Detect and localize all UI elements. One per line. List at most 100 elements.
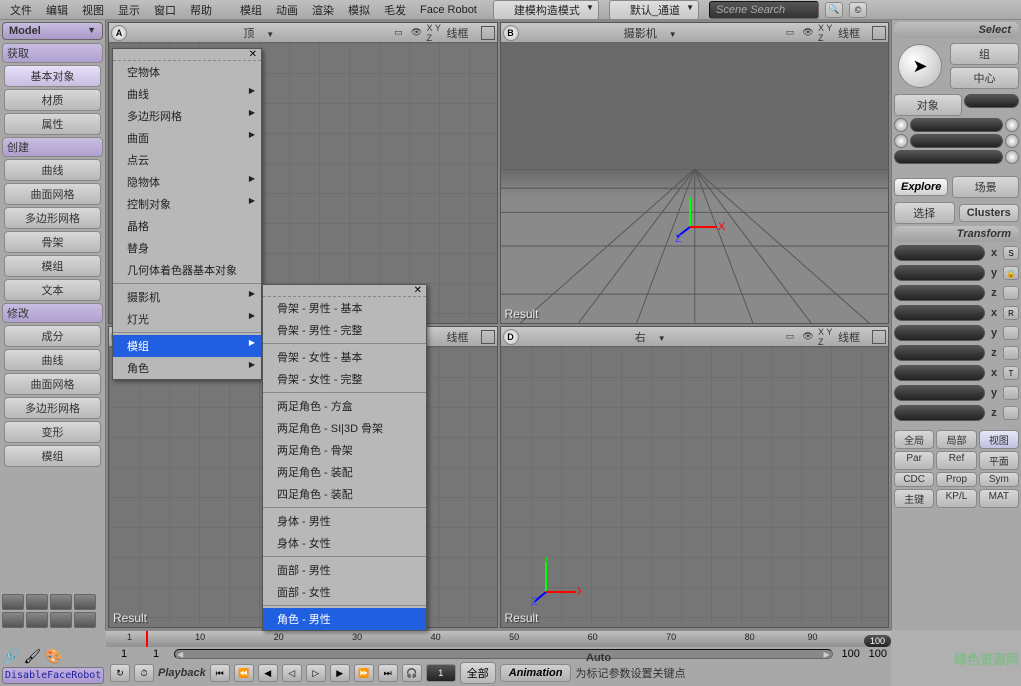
- mi-implicit[interactable]: 隐物体: [113, 171, 261, 193]
- eye-icon[interactable]: 👁: [409, 26, 425, 40]
- mi-biped-skel[interactable]: 两足角色 - 骨架: [263, 439, 426, 461]
- scene-search-input[interactable]: Scene Search: [709, 1, 819, 19]
- range-all-button[interactable]: 全部: [460, 662, 496, 684]
- current-frame-marker[interactable]: [146, 631, 148, 647]
- mi-skel-m-basic[interactable]: 骨架 - 男性 - 基本: [263, 297, 426, 319]
- group-button[interactable]: 组: [950, 43, 1019, 65]
- auto-label[interactable]: Auto: [586, 652, 611, 664]
- scene-button[interactable]: 场景: [952, 176, 1019, 198]
- maximize-icon[interactable]: [481, 330, 495, 344]
- start-frame[interactable]: 1: [110, 648, 138, 660]
- vp-title-top[interactable]: 顶: [131, 25, 387, 41]
- rotate-btn[interactable]: R: [1003, 306, 1019, 320]
- range-scrollbar[interactable]: [174, 649, 833, 659]
- btn-surf2[interactable]: 曲面网格: [4, 373, 101, 395]
- audio-icon[interactable]: 🎧: [402, 664, 422, 682]
- palette-icon[interactable]: 🎨: [45, 648, 62, 665]
- rot-x-field[interactable]: [894, 305, 985, 321]
- mi-pointcloud[interactable]: 点云: [113, 149, 261, 171]
- btn-model[interactable]: 模组: [4, 255, 101, 277]
- kpl-button[interactable]: KP/L: [936, 489, 976, 508]
- current-frame-field[interactable]: 1: [426, 664, 456, 682]
- play-icon[interactable]: ▷: [306, 664, 326, 682]
- menu-file[interactable]: 文件: [4, 0, 38, 20]
- prop-button[interactable]: Prop: [936, 472, 976, 487]
- mi-biped-rig[interactable]: 两足角色 - 装配: [263, 461, 426, 483]
- mi-camera[interactable]: 摄影机: [113, 286, 261, 308]
- mi-skel-m-full[interactable]: 骨架 - 男性 - 完整: [263, 319, 426, 341]
- object-button[interactable]: 对象: [894, 94, 962, 116]
- explore-button[interactable]: Explore: [894, 178, 948, 196]
- mi-character[interactable]: 角色: [113, 357, 261, 379]
- key-button[interactable]: 主键: [894, 489, 934, 508]
- eye-icon[interactable]: 👁: [800, 330, 816, 344]
- btn-surf-mesh[interactable]: 曲面网格: [4, 183, 101, 205]
- next-key-icon[interactable]: ⏩: [354, 664, 374, 682]
- camera-icon[interactable]: ▭: [782, 330, 798, 344]
- mi-biped-box[interactable]: 两足角色 - 方盒: [263, 395, 426, 417]
- scale-z-field[interactable]: [894, 285, 985, 301]
- btn-text[interactable]: 文本: [4, 279, 101, 301]
- command-line[interactable]: DisableFaceRobot: [2, 667, 104, 684]
- prev-frame-icon[interactable]: ◀: [258, 664, 278, 682]
- knob-icon[interactable]: [894, 134, 908, 148]
- menu-help[interactable]: 帮助: [184, 0, 218, 20]
- menu-hair[interactable]: 毛发: [378, 0, 412, 20]
- mi-polymesh[interactable]: 多边形网格: [113, 105, 261, 127]
- knob-icon[interactable]: [1005, 150, 1019, 164]
- btn-deform[interactable]: 变形: [4, 421, 101, 443]
- mi-curve[interactable]: 曲线: [113, 83, 261, 105]
- knob-icon[interactable]: [1005, 118, 1019, 132]
- knob-icon[interactable]: [1005, 134, 1019, 148]
- display-mode[interactable]: 线框: [447, 329, 473, 345]
- camera-icon[interactable]: ▭: [391, 26, 407, 40]
- layout-tile[interactable]: [2, 594, 24, 610]
- vp-title-right[interactable]: 右: [523, 329, 779, 345]
- layout-tile[interactable]: [50, 612, 72, 628]
- mi-biped-si3d[interactable]: 两足角色 - SI|3D 骨架: [263, 417, 426, 439]
- mi-body-m[interactable]: 身体 - 男性: [263, 510, 426, 532]
- btn-skeleton[interactable]: 骨架: [4, 231, 101, 253]
- play-back-icon[interactable]: ◁: [282, 664, 302, 682]
- goto-start-icon[interactable]: ⏮: [210, 664, 230, 682]
- prev-key-icon[interactable]: ⏪: [234, 664, 254, 682]
- vp-badge-d[interactable]: D: [503, 329, 519, 345]
- menu-edit[interactable]: 编辑: [40, 0, 74, 20]
- mi-character-m[interactable]: 角色 - 男性: [263, 608, 426, 630]
- btn-model2[interactable]: 模组: [4, 445, 101, 467]
- next-frame-icon[interactable]: ▶: [330, 664, 350, 682]
- btn-poly2[interactable]: 多边形网格: [4, 397, 101, 419]
- goto-end-icon[interactable]: ⏭: [378, 664, 398, 682]
- btn-primitive[interactable]: 基本对象: [4, 65, 101, 87]
- filter-pill[interactable]: [964, 94, 1020, 108]
- mi-control[interactable]: 控制对象: [113, 193, 261, 215]
- mi-face-f[interactable]: 面部 - 女性: [263, 581, 426, 603]
- btn-component[interactable]: 成分: [4, 325, 101, 347]
- mi-null[interactable]: 空物体: [113, 61, 261, 83]
- end-frame-badge[interactable]: 100: [864, 635, 891, 647]
- select-button[interactable]: 选择: [894, 202, 955, 224]
- timeline[interactable]: 1 10 20 30 40 50 60 70 80 90 100: [106, 631, 891, 647]
- layout-tile[interactable]: [26, 594, 48, 610]
- scale-x-field[interactable]: [894, 245, 985, 261]
- construction-mode-dropdown[interactable]: 建模构造模式: [493, 0, 599, 20]
- maximize-icon[interactable]: [872, 26, 886, 40]
- btn-material[interactable]: 材质: [4, 89, 101, 111]
- menu-animation[interactable]: 动画: [270, 0, 304, 20]
- clock-icon[interactable]: ⏱: [134, 664, 154, 682]
- mi-standin[interactable]: 替身: [113, 237, 261, 259]
- vp-title-camera[interactable]: 摄影机: [523, 25, 779, 41]
- brush-icon[interactable]: 🖌: [23, 648, 41, 665]
- channel-dropdown[interactable]: 默认_通道: [609, 0, 699, 20]
- btn-curve[interactable]: 曲线: [4, 159, 101, 181]
- cdc-button[interactable]: CDC: [894, 472, 934, 487]
- menu-window[interactable]: 窗口: [148, 0, 182, 20]
- maximize-icon[interactable]: [872, 330, 886, 344]
- filter-pill[interactable]: [910, 118, 1003, 132]
- mat-button[interactable]: MAT: [979, 489, 1019, 508]
- menu-display[interactable]: 显示: [112, 0, 146, 20]
- layout-tile[interactable]: [26, 612, 48, 628]
- clusters-button[interactable]: Clusters: [959, 204, 1020, 222]
- display-mode[interactable]: 线框: [838, 329, 864, 345]
- link-icon[interactable]: 🔗: [2, 648, 19, 665]
